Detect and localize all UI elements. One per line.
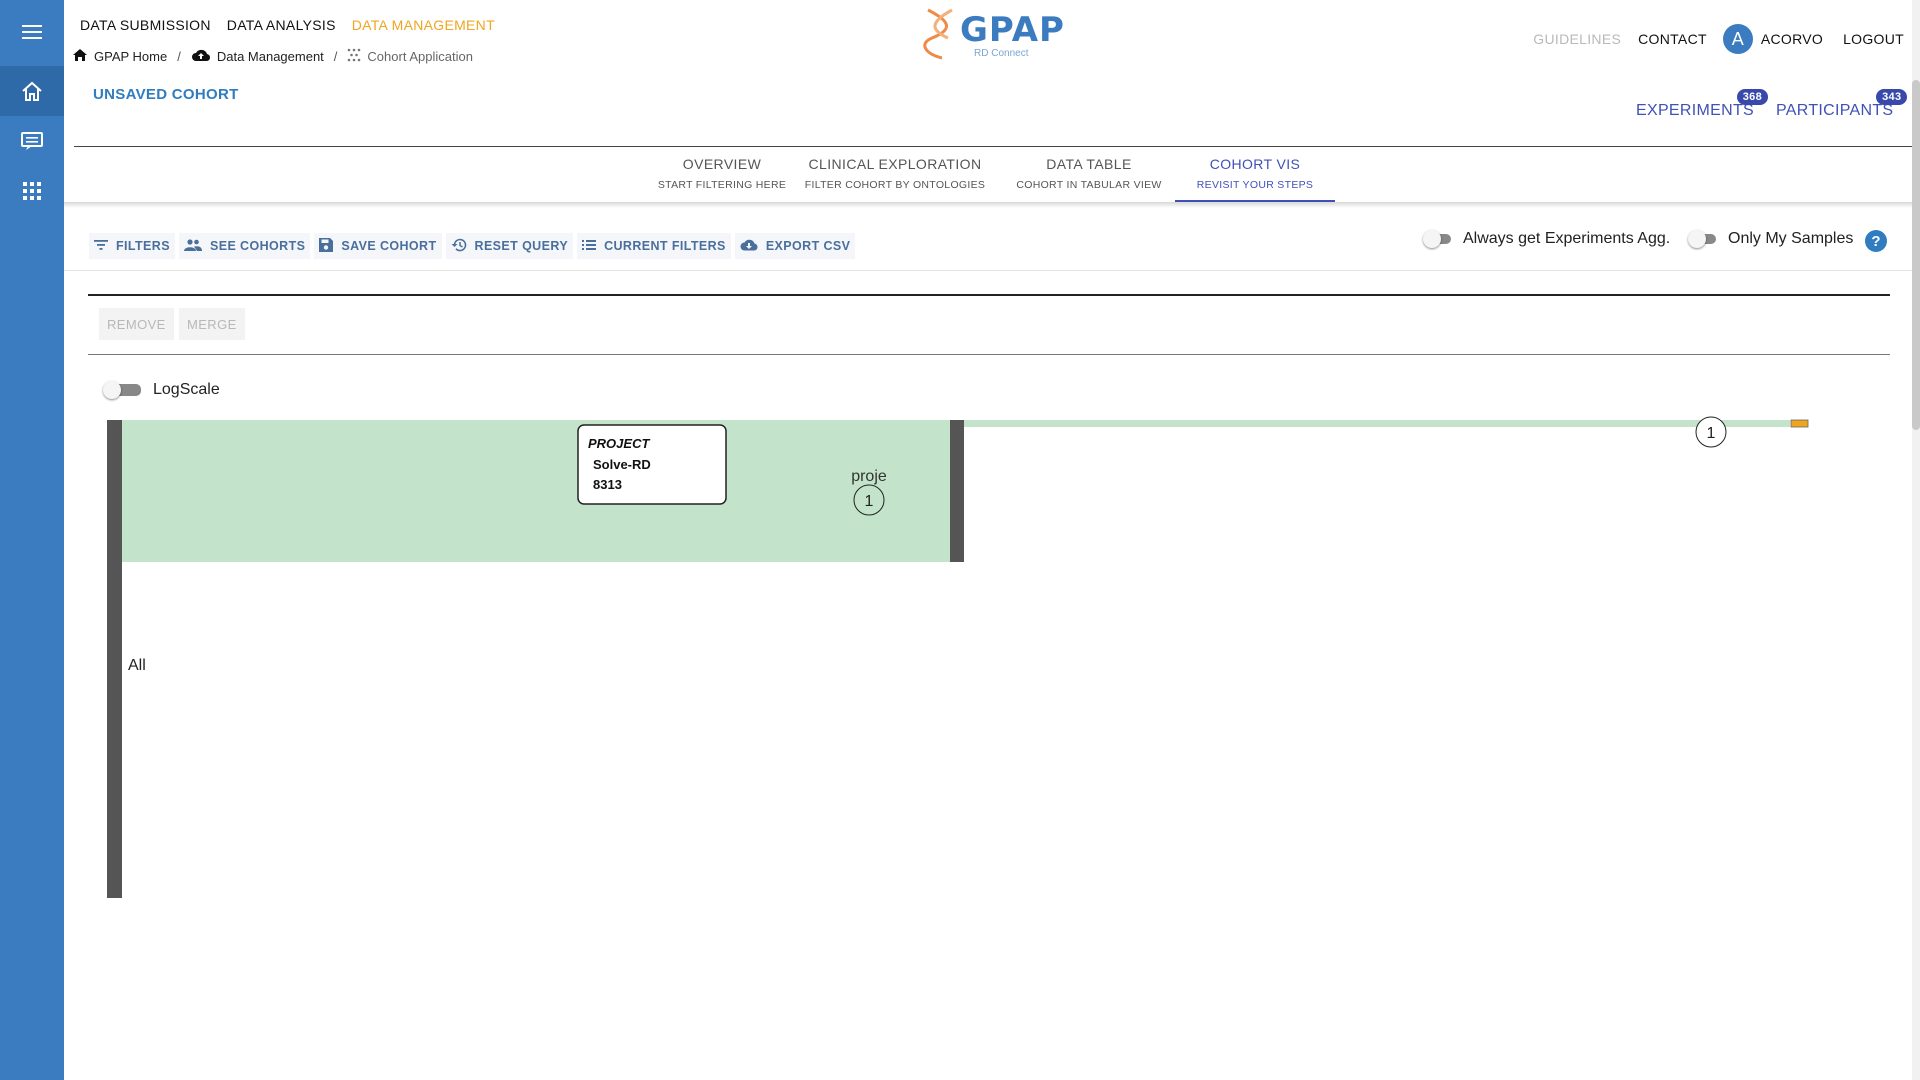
save-cohort-button[interactable]: SAVE COHORT bbox=[314, 233, 442, 259]
cohort-title: UNSAVED COHORT bbox=[93, 86, 239, 103]
tab-sublabel: COHORT IN TABULAR VIEW bbox=[1016, 179, 1162, 191]
breadcrumb: GPAP Home / Data Management / Cohort App… bbox=[72, 48, 473, 65]
actions-bottom-rule bbox=[88, 354, 1890, 355]
list-icon bbox=[582, 239, 597, 254]
log-scale-label: LogScale bbox=[153, 381, 220, 398]
save-icon bbox=[319, 237, 334, 255]
remove-button[interactable]: REMOVE bbox=[99, 308, 174, 340]
tab-cohort-vis[interactable]: COHORT VIS REVISIT YOUR STEPS bbox=[1175, 148, 1335, 202]
filters-label: FILTERS bbox=[116, 239, 170, 253]
experiments-label: EXPERIMENTS bbox=[1636, 102, 1754, 119]
home-icon[interactable] bbox=[0, 66, 64, 116]
end-node-count-circle bbox=[1695, 416, 1727, 448]
breadcrumb-current: Cohort Application bbox=[367, 49, 473, 64]
filter-list-icon bbox=[94, 239, 108, 254]
experiments-badge: 368 bbox=[1736, 89, 1768, 105]
experiments-counter[interactable]: EXPERIMENTS 368 bbox=[1636, 89, 1768, 120]
filters-button[interactable]: FILTERS bbox=[89, 233, 175, 259]
end-node-count: 1 bbox=[1707, 425, 1716, 442]
avatar[interactable]: A bbox=[1722, 24, 1753, 54]
actions-top-rule bbox=[88, 294, 1890, 296]
nav-data-analysis[interactable]: DATA ANALYSIS bbox=[227, 17, 336, 33]
user-name[interactable]: ACORVO bbox=[1761, 31, 1823, 47]
reset-query-button[interactable]: RESET QUERY bbox=[445, 233, 574, 259]
filter-block bbox=[120, 420, 950, 562]
dna-icon bbox=[923, 8, 953, 60]
nav-data-submission[interactable]: DATA SUBMISSION bbox=[80, 17, 211, 33]
page-scrollbar-thumb[interactable] bbox=[1912, 80, 1920, 430]
reset-query-label: RESET QUERY bbox=[474, 239, 569, 253]
nav-data-management[interactable]: DATA MANAGEMENT bbox=[352, 17, 495, 33]
root-node-label: All bbox=[128, 657, 146, 674]
user-nav: GUIDELINES CONTACT A ACORVO LOGOUT bbox=[1533, 24, 1904, 54]
logo-text: GPAP bbox=[960, 10, 1065, 50]
left-sidebar bbox=[0, 0, 64, 1080]
filter-node-bar[interactable] bbox=[950, 420, 964, 562]
tab-shadow bbox=[64, 202, 1912, 208]
breadcrumb-home[interactable]: GPAP Home bbox=[94, 49, 167, 64]
participants-label: PARTICIPANTS bbox=[1776, 102, 1894, 119]
grain-icon bbox=[347, 48, 361, 65]
experiments-agg-switch[interactable] bbox=[1423, 230, 1453, 248]
experiments-agg-toggle-row: Always get Experiments Agg. bbox=[1423, 230, 1670, 248]
tab-data-table[interactable]: DATA TABLE COHORT IN TABULAR VIEW bbox=[1009, 148, 1169, 202]
logo-subtitle: RD Connect bbox=[974, 48, 1029, 59]
tab-label: DATA TABLE bbox=[1046, 156, 1132, 172]
tab-label: COHORT VIS bbox=[1209, 156, 1301, 172]
gpap-logo[interactable]: GPAP RD Connect bbox=[922, 8, 1065, 60]
tab-sublabel: FILTER COHORT BY ONTOLOGIES bbox=[804, 179, 986, 191]
current-filters-label: CURRENT FILTERS bbox=[604, 239, 726, 253]
root-node-bar[interactable] bbox=[107, 420, 122, 898]
experiments-agg-label: Always get Experiments Agg. bbox=[1463, 230, 1671, 247]
help-icon[interactable]: ? bbox=[1865, 230, 1887, 252]
apps-grid-icon[interactable] bbox=[0, 166, 64, 216]
tab-label: OVERVIEW bbox=[682, 156, 762, 172]
save-cohort-label: SAVE COHORT bbox=[341, 239, 437, 253]
log-scale-switch[interactable] bbox=[103, 381, 141, 399]
home-icon bbox=[72, 48, 88, 65]
log-scale-toggle-row: LogScale bbox=[103, 381, 220, 399]
tab-sublabel: START FILTERING HERE bbox=[657, 179, 787, 191]
guidelines-link[interactable]: GUIDELINES bbox=[1533, 31, 1621, 47]
participants-badge: 343 bbox=[1876, 89, 1908, 105]
toolbar: FILTERS SEE COHORTS SAVE COHORT RESET QU… bbox=[89, 233, 856, 259]
breadcrumb-separator: / bbox=[333, 49, 338, 64]
result-flow bbox=[964, 420, 1790, 427]
tab-label: CLINICAL EXPLORATION bbox=[808, 156, 982, 172]
header-divider bbox=[74, 146, 1912, 147]
cloud-download-icon bbox=[740, 238, 758, 254]
breadcrumb-separator: / bbox=[177, 49, 181, 64]
see-cohorts-label: SEE COHORTS bbox=[209, 239, 306, 253]
only-my-samples-switch[interactable] bbox=[1688, 230, 1718, 248]
toolbar-divider bbox=[64, 270, 1912, 271]
page-scrollbar[interactable] bbox=[1912, 0, 1920, 1080]
tab-sublabel: REVISIT YOUR STEPS bbox=[1196, 179, 1314, 191]
cloud-upload-icon bbox=[191, 48, 211, 65]
breadcrumb-data-management[interactable]: Data Management bbox=[217, 49, 324, 64]
current-filters-button[interactable]: CURRENT FILTERS bbox=[577, 233, 731, 259]
tab-clinical-exploration[interactable]: CLINICAL EXPLORATION FILTER COHORT BY ON… bbox=[804, 148, 986, 202]
people-icon bbox=[183, 238, 202, 254]
only-my-samples-toggle-row: Only My Samples bbox=[1688, 230, 1853, 248]
logout-link[interactable]: LOGOUT bbox=[1843, 31, 1904, 47]
result-node-marker[interactable] bbox=[1790, 419, 1809, 428]
participants-counter[interactable]: PARTICIPANTS 343 bbox=[1776, 89, 1908, 120]
menu-icon[interactable] bbox=[0, 7, 64, 57]
see-cohorts-button[interactable]: SEE COHORTS bbox=[178, 233, 311, 259]
contact-link[interactable]: CONTACT bbox=[1638, 31, 1707, 47]
top-nav: DATA SUBMISSION DATA ANALYSIS DATA MANAG… bbox=[80, 17, 495, 33]
only-my-samples-label: Only My Samples bbox=[1728, 230, 1854, 247]
export-csv-button[interactable]: EXPORT CSV bbox=[734, 233, 856, 259]
export-csv-label: EXPORT CSV bbox=[765, 239, 851, 253]
tab-overview[interactable]: OVERVIEW START FILTERING HERE bbox=[644, 148, 800, 202]
message-icon[interactable] bbox=[0, 116, 64, 166]
merge-button[interactable]: MERGE bbox=[179, 308, 245, 340]
history-icon bbox=[451, 238, 467, 255]
